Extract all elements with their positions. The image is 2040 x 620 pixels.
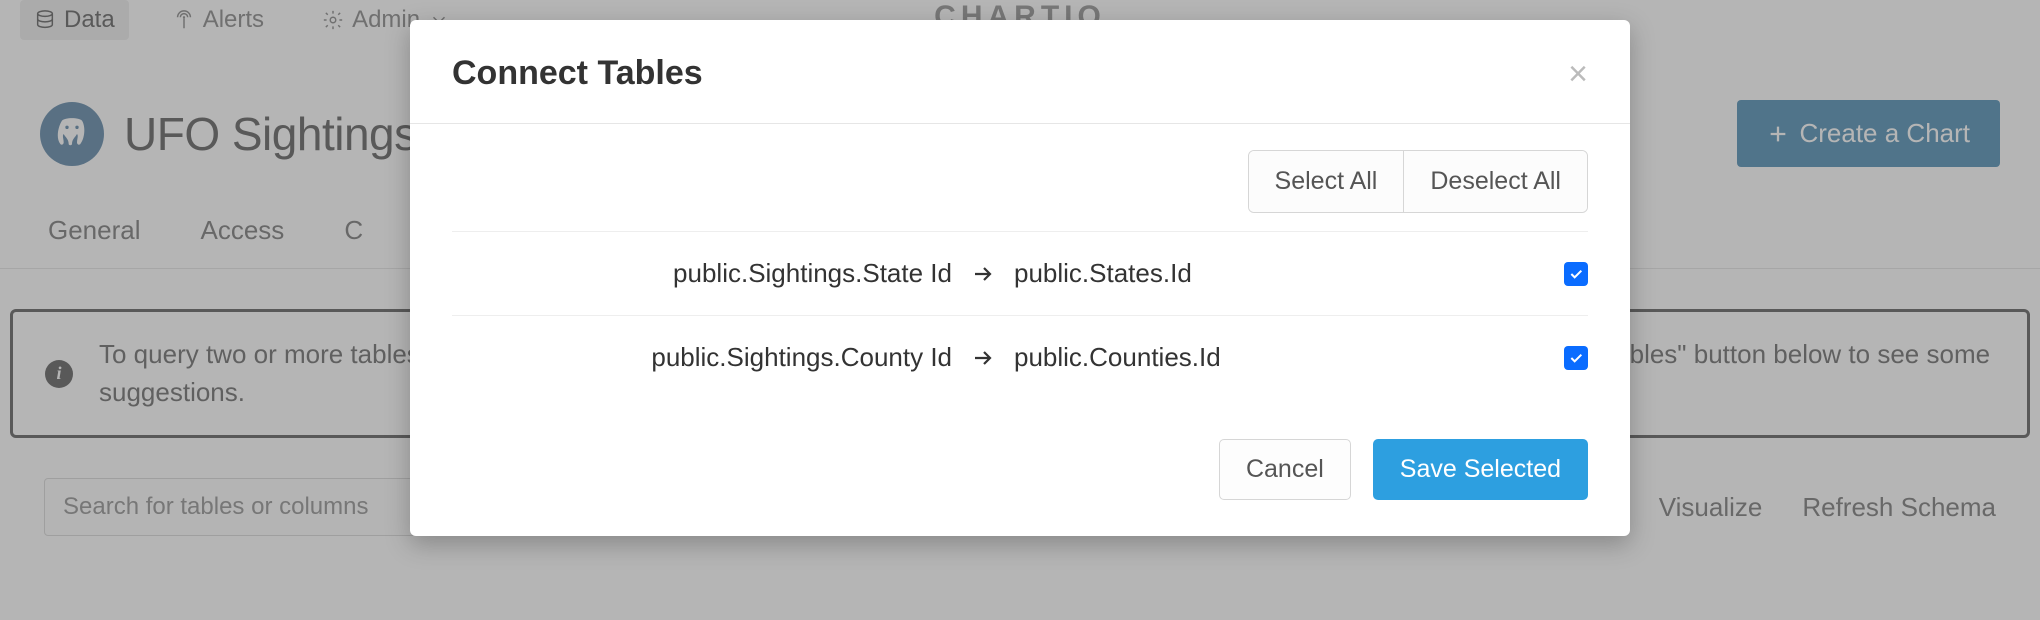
mapping-checkbox[interactable]	[1564, 262, 1588, 286]
check-icon	[1568, 266, 1584, 282]
connect-tables-modal: Connect Tables × Select All Deselect All…	[410, 20, 1630, 536]
modal-title: Connect Tables	[452, 54, 703, 93]
select-button-group: Select All Deselect All	[1248, 150, 1588, 213]
arrow-right-icon	[966, 262, 1000, 286]
mapping-row: public.Sightings.State Id public.States.…	[452, 231, 1588, 315]
deselect-all-button[interactable]: Deselect All	[1403, 151, 1587, 212]
close-icon[interactable]: ×	[1568, 57, 1588, 91]
modal-header: Connect Tables ×	[410, 20, 1630, 124]
mapping-to: public.States.Id	[1014, 258, 1514, 289]
mapping-from: public.Sightings.County Id	[452, 342, 952, 373]
mapping-to: public.Counties.Id	[1014, 342, 1514, 373]
select-all-button[interactable]: Select All	[1249, 151, 1404, 212]
mapping-checkbox[interactable]	[1564, 346, 1588, 370]
save-selected-button[interactable]: Save Selected	[1373, 439, 1588, 500]
select-controls: Select All Deselect All	[452, 150, 1588, 213]
check-icon	[1568, 350, 1584, 366]
arrow-right-icon	[966, 346, 1000, 370]
cancel-button[interactable]: Cancel	[1219, 439, 1351, 500]
modal-body: Select All Deselect All public.Sightings…	[410, 124, 1630, 409]
modal-footer: Cancel Save Selected	[410, 409, 1630, 536]
mapping-from: public.Sightings.State Id	[452, 258, 952, 289]
mapping-row: public.Sightings.County Id public.Counti…	[452, 315, 1588, 399]
